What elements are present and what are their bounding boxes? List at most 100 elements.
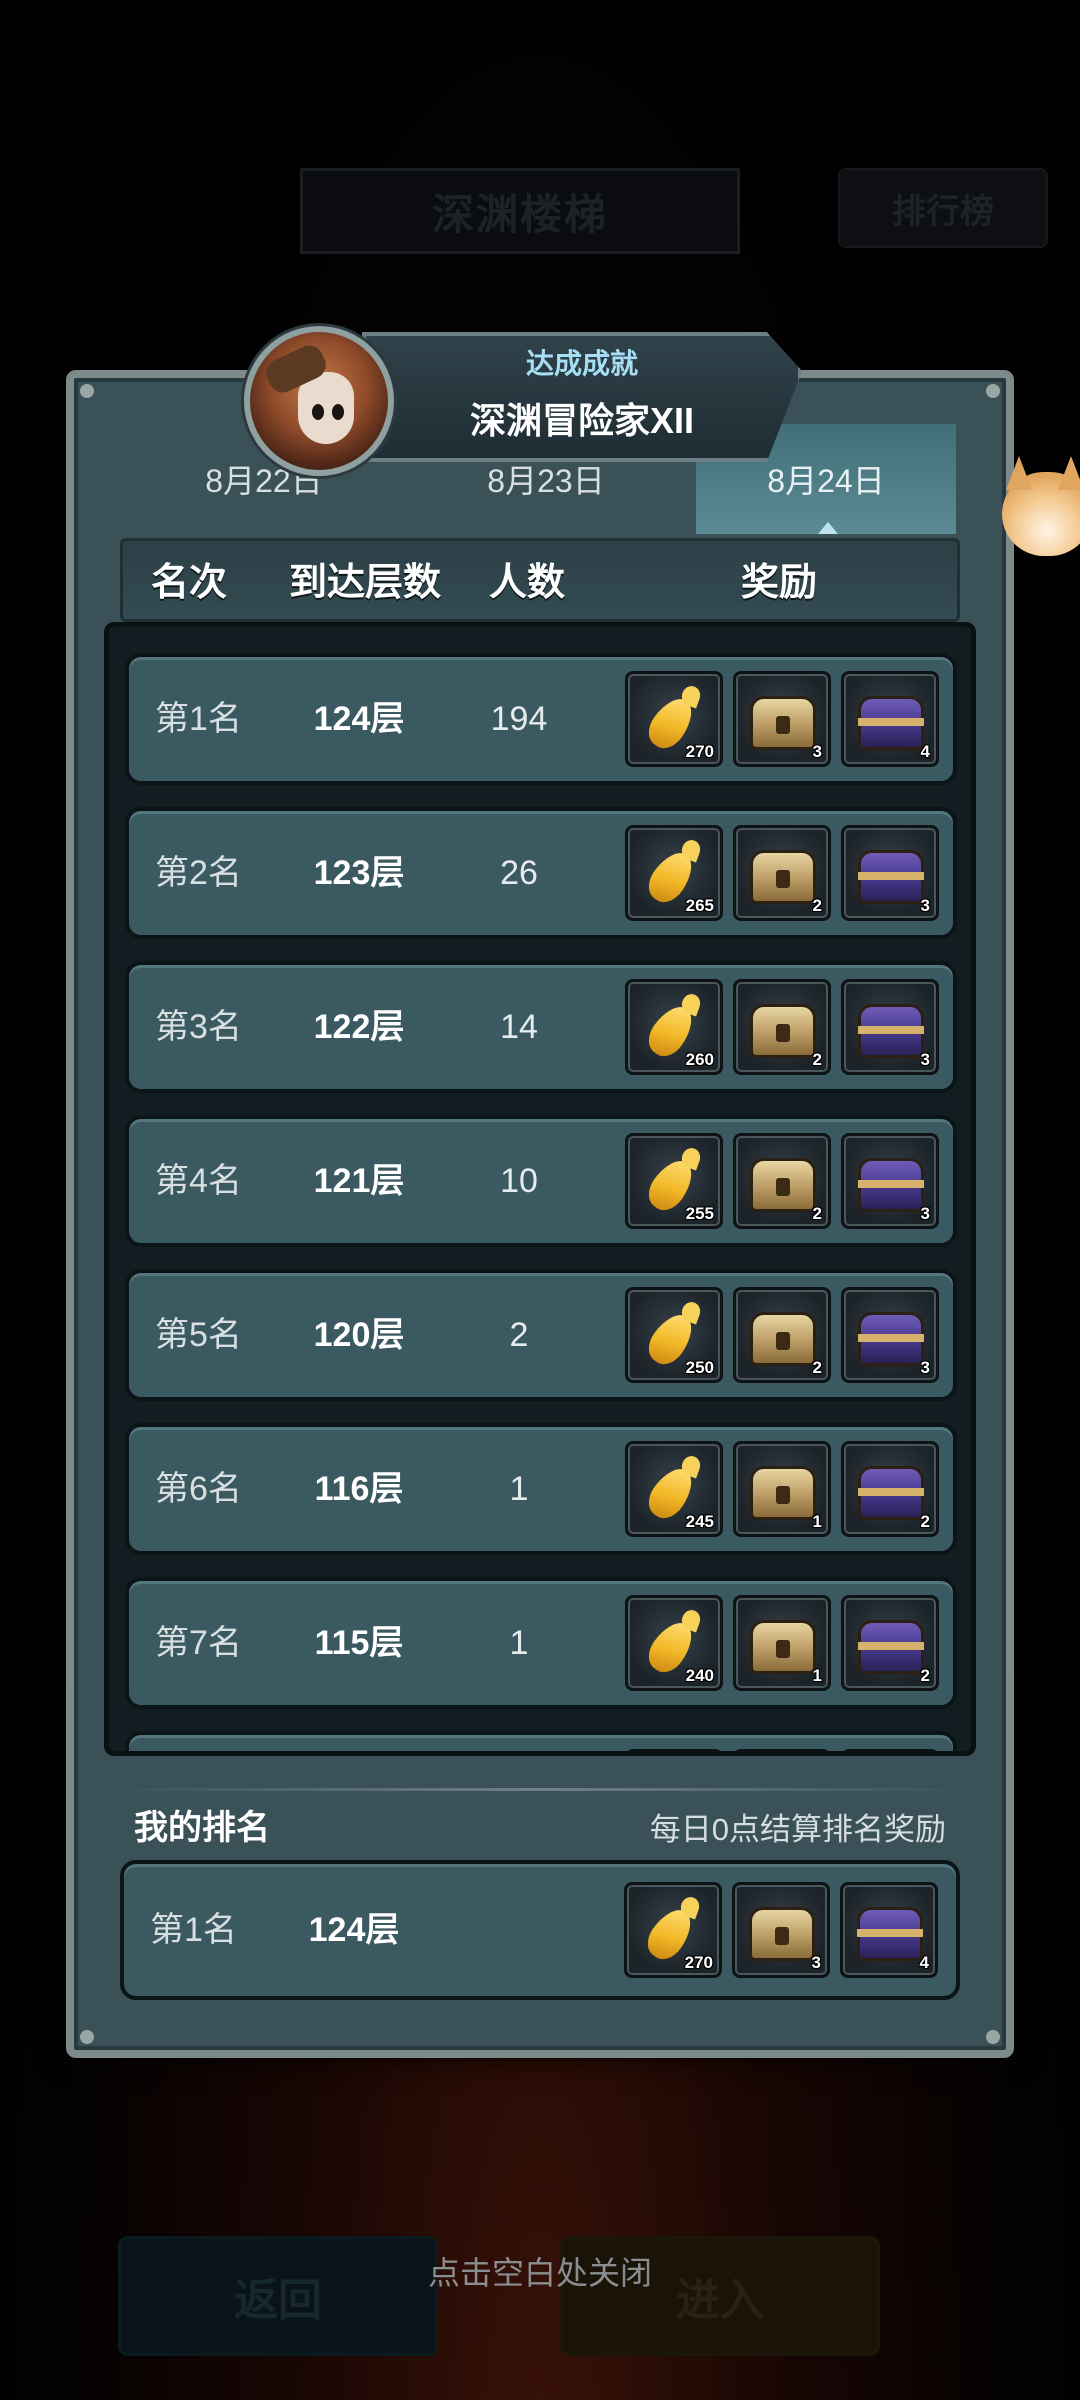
reward-slot[interactable]: 255: [625, 1133, 723, 1229]
header-reward: 奖励: [741, 562, 818, 604]
chest-lock: [776, 1024, 790, 1042]
reward-quantity: 2: [920, 1666, 930, 1685]
reward-slot[interactable]: 2: [733, 1133, 831, 1229]
row-rewards: 265 2 3: [625, 825, 939, 921]
chest-lock: [776, 716, 790, 734]
table-row: 第2名 123层 26 265 2 3: [125, 807, 957, 939]
reward-quantity: 2: [812, 1050, 822, 1069]
chest-band: [857, 1929, 923, 1937]
chest-band: [858, 718, 924, 726]
background-title: 深渊楼梯: [431, 190, 608, 238]
row-count: 10: [500, 1162, 538, 1200]
row-rewards: 260 2 3: [625, 979, 939, 1075]
row-count: 1: [509, 1624, 529, 1662]
reward-quantity: 265: [685, 896, 714, 915]
row-floors: 121层: [313, 1162, 405, 1200]
avatar-eye: [312, 404, 324, 420]
row-count: 14: [500, 1008, 538, 1046]
my-rank-row: 第1名 124层 270 3 4: [120, 1860, 960, 2000]
my-rank-position: 第1名: [150, 1911, 237, 1949]
reward-slot[interactable]: 270: [625, 671, 723, 767]
my-rank-rewards: 270 3 4: [624, 1882, 938, 1978]
row-rank: 第2名: [155, 854, 242, 892]
row-rank: 第7名: [155, 1624, 242, 1662]
ranking-list[interactable]: 第1名 124层 194 270 3 4 第2名 123层 26 265 2 3…: [104, 622, 976, 1756]
chest-lock: [776, 1332, 790, 1350]
reward-slot[interactable]: 270: [624, 1882, 722, 1978]
reward-slot[interactable]: 3: [732, 1882, 830, 1978]
chest-band: [858, 1026, 924, 1034]
leaderboard-button: 排行榜: [838, 168, 1048, 248]
chest-lock: [776, 1640, 790, 1658]
reward-slot[interactable]: 260: [625, 979, 723, 1075]
row-rewards: 240 1 2: [625, 1595, 939, 1691]
reward-slot[interactable]: 1: [733, 1441, 831, 1537]
table-row: 第1名 124层 194 270 3 4: [125, 653, 957, 785]
reward-slot[interactable]: 250: [625, 1287, 723, 1383]
row-rank: 第1名: [155, 700, 242, 738]
reward-slot[interactable]: 2: [841, 1595, 939, 1691]
chest-band: [858, 872, 924, 880]
header-rank: 名次: [151, 562, 228, 604]
reward-quantity: 3: [920, 896, 930, 915]
avatar: [244, 326, 394, 476]
reward-quantity: 4: [919, 1953, 929, 1972]
row-rewards: 270 3 4: [625, 671, 939, 767]
reward-slot[interactable]: 240: [625, 1595, 723, 1691]
row-rewards: 250 2 3: [625, 1287, 939, 1383]
reward-slot: [733, 1749, 831, 1751]
reward-slot[interactable]: 1: [733, 1595, 831, 1691]
chest-band: [858, 1488, 924, 1496]
corner-rivet: [986, 2030, 1000, 2044]
reward-quantity: 260: [685, 1050, 714, 1069]
reward-quantity: 3: [920, 1204, 930, 1223]
section-divider: [108, 1788, 972, 1791]
table-row: 第6名 116层 1 245 1 2: [125, 1423, 957, 1555]
reward-slot[interactable]: 3: [841, 825, 939, 921]
row-rewards: 255 2 3: [625, 1133, 939, 1229]
table-row-partial: [125, 1731, 957, 1751]
reward-slot[interactable]: 3: [841, 1133, 939, 1229]
reward-quantity: 3: [920, 1050, 930, 1069]
reward-slot[interactable]: 2: [841, 1441, 939, 1537]
reward-slot[interactable]: 245: [625, 1441, 723, 1537]
reward-slot: [841, 1749, 939, 1751]
my-rank-floors: 124层: [308, 1911, 400, 1949]
row-floors: 115层: [314, 1624, 404, 1662]
background-title-bar: 深渊楼梯: [300, 168, 740, 254]
reward-quantity: 255: [685, 1204, 714, 1223]
reward-quantity: 1: [812, 1666, 822, 1685]
row-rank: 第5名: [155, 1316, 242, 1354]
reward-slot[interactable]: 3: [841, 1287, 939, 1383]
reward-slot[interactable]: 2: [733, 979, 831, 1075]
row-rank: 第6名: [155, 1470, 242, 1508]
reward-slot[interactable]: 265: [625, 825, 723, 921]
row-floors: 124层: [313, 700, 405, 738]
reward-quantity: 1: [812, 1512, 822, 1531]
reward-slot[interactable]: 3: [841, 979, 939, 1075]
table-row: 第7名 115层 1 240 1 2: [125, 1577, 957, 1709]
row-count: 26: [500, 854, 538, 892]
header-count: 人数: [489, 562, 566, 604]
header-floors: 到达层数: [289, 562, 442, 604]
reward-slot[interactable]: 3: [733, 671, 831, 767]
dog-ear: [1006, 456, 1032, 490]
reward-quantity: 2: [920, 1512, 930, 1531]
reward-slot[interactable]: 4: [840, 1882, 938, 1978]
row-count: 194: [490, 700, 548, 738]
reward-slot[interactable]: 2: [733, 1287, 831, 1383]
close-hint[interactable]: 点击空白处关闭: [0, 2248, 1080, 2294]
reward-quantity: 2: [812, 1204, 822, 1223]
chest-band: [858, 1180, 924, 1188]
row-count: 2: [509, 1316, 529, 1354]
achievement-title: 深渊冒险家XII: [469, 400, 695, 441]
reward-slot[interactable]: 2: [733, 825, 831, 921]
achievement-subtitle: 达成成就: [525, 348, 638, 379]
shiba-dog-icon: [992, 452, 1080, 572]
reward-slot[interactable]: 4: [841, 671, 939, 767]
reward-quantity: 3: [811, 1953, 821, 1972]
reward-quantity: 3: [812, 742, 822, 761]
reward-quantity: 4: [920, 742, 930, 761]
chest-lock: [775, 1927, 789, 1945]
reward-quantity: 2: [812, 1358, 822, 1377]
